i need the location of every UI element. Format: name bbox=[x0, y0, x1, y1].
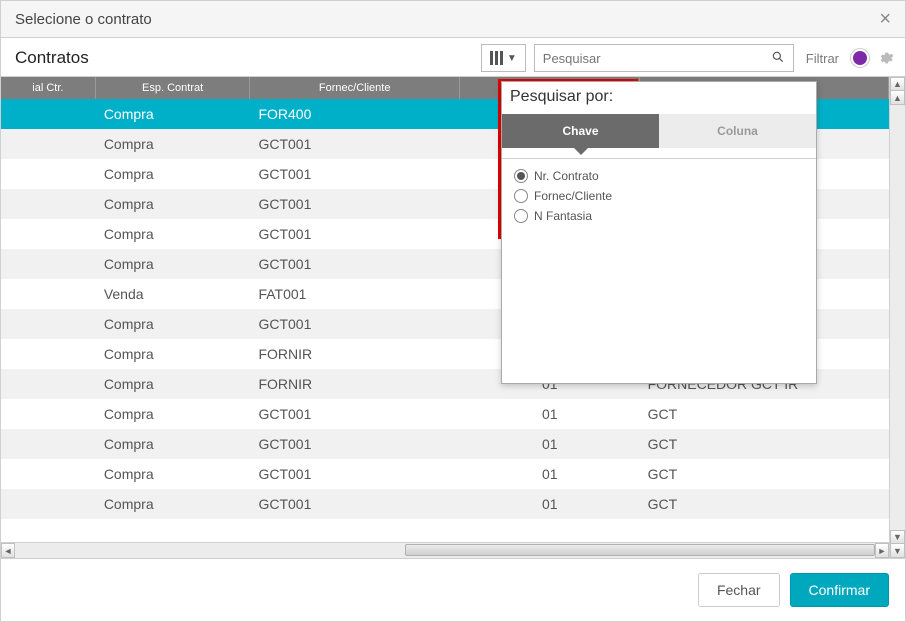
radio-option[interactable]: N Fantasia bbox=[514, 209, 804, 223]
cell: GCT bbox=[640, 406, 889, 422]
vscroll-track[interactable] bbox=[890, 105, 905, 530]
cell: GCT001 bbox=[250, 406, 460, 422]
select-contract-dialog: Selecione o contrato × Contratos ▼ Filtr… bbox=[0, 0, 906, 622]
popover-tabs: Chave Coluna bbox=[502, 114, 816, 148]
cell: GCT001 bbox=[250, 136, 460, 152]
table-row[interactable]: CompraGCT00101GCT bbox=[1, 399, 889, 429]
cell: GCT001 bbox=[250, 196, 460, 212]
cell: Compra bbox=[96, 376, 251, 392]
cell: FORNIR bbox=[250, 376, 460, 392]
scroll-left-icon[interactable]: ◄ bbox=[1, 543, 15, 558]
column-header-esp-contrat[interactable]: Esp. Contrat bbox=[96, 77, 251, 99]
footer: Fechar Confirmar bbox=[1, 559, 905, 621]
cell: GCT001 bbox=[250, 496, 460, 512]
cell: GCT bbox=[640, 496, 889, 512]
section-title: Contratos bbox=[11, 48, 89, 68]
radio-icon bbox=[514, 209, 528, 223]
search-field-wrap bbox=[534, 44, 794, 72]
search-input[interactable] bbox=[535, 51, 763, 66]
cell: Compra bbox=[96, 496, 251, 512]
search-popover: Pesquisar por: Chave Coluna Nr. Contrato… bbox=[501, 81, 817, 384]
scroll-right-icon[interactable]: ► bbox=[875, 543, 889, 558]
cell: Compra bbox=[96, 136, 251, 152]
caret-down-icon: ▼ bbox=[507, 53, 517, 64]
table-row[interactable]: CompraGCT00101GCT bbox=[1, 429, 889, 459]
cell: GCT bbox=[640, 466, 889, 482]
scroll-down-icon-2[interactable]: ▼ bbox=[890, 544, 905, 558]
toolbar: Contratos ▼ Filtrar bbox=[1, 38, 905, 77]
cell: Compra bbox=[96, 256, 251, 272]
columns-icon bbox=[490, 51, 503, 65]
cell: Compra bbox=[96, 226, 251, 242]
table-row[interactable]: CompraGCT00101GCT bbox=[1, 489, 889, 519]
cell: Compra bbox=[96, 346, 251, 362]
gear-icon[interactable] bbox=[877, 49, 895, 67]
cell: 01 bbox=[460, 496, 640, 512]
cell: FAT001 bbox=[250, 286, 460, 302]
hscroll-track[interactable] bbox=[15, 543, 875, 558]
cell: FORNIR bbox=[250, 346, 460, 362]
radio-option[interactable]: Nr. Contrato bbox=[514, 169, 804, 183]
cell: Compra bbox=[96, 406, 251, 422]
radio-label: Fornec/Cliente bbox=[534, 189, 612, 203]
cell: Compra bbox=[96, 466, 251, 482]
radio-label: N Fantasia bbox=[534, 209, 592, 223]
tab-coluna[interactable]: Coluna bbox=[659, 114, 816, 148]
vertical-scrollbar[interactable]: ▲ ▲ ▼ ▼ bbox=[889, 77, 905, 558]
cell: 01 bbox=[460, 436, 640, 452]
search-icon[interactable] bbox=[763, 50, 793, 67]
cell: Compra bbox=[96, 436, 251, 452]
cell: 01 bbox=[460, 466, 640, 482]
horizontal-scrollbar[interactable]: ◄ ► bbox=[1, 542, 889, 558]
cell: Compra bbox=[96, 316, 251, 332]
popover-title: Pesquisar por: bbox=[502, 82, 816, 114]
radio-icon bbox=[514, 169, 528, 183]
table-row[interactable]: CompraGCT00101GCT bbox=[1, 459, 889, 489]
cell: GCT bbox=[640, 436, 889, 452]
cell: FOR400 bbox=[250, 106, 460, 122]
status-dot-icon[interactable] bbox=[851, 49, 869, 67]
cell: Compra bbox=[96, 166, 251, 182]
scroll-up-icon-2[interactable]: ▲ bbox=[890, 91, 905, 105]
toolbar-right: ▼ Filtrar bbox=[481, 44, 895, 72]
cell: GCT001 bbox=[250, 226, 460, 242]
cell: GCT001 bbox=[250, 436, 460, 452]
hscroll-thumb[interactable] bbox=[405, 544, 875, 556]
tab-chave[interactable]: Chave bbox=[502, 114, 659, 148]
column-header-fornec-cliente[interactable]: Fornec/Cliente bbox=[250, 77, 460, 99]
radio-label: Nr. Contrato bbox=[534, 169, 599, 183]
scroll-up-icon[interactable]: ▲ bbox=[890, 77, 905, 91]
cell: Compra bbox=[96, 196, 251, 212]
close-icon[interactable]: × bbox=[879, 9, 891, 29]
cell: Venda bbox=[96, 286, 251, 302]
columns-button[interactable]: ▼ bbox=[481, 44, 526, 72]
radio-icon bbox=[514, 189, 528, 203]
cell: Compra bbox=[96, 106, 251, 122]
radio-option[interactable]: Fornec/Cliente bbox=[514, 189, 804, 203]
scroll-down-icon[interactable]: ▼ bbox=[890, 530, 905, 544]
cell: GCT001 bbox=[250, 166, 460, 182]
cell: GCT001 bbox=[250, 256, 460, 272]
dialog-title: Selecione o contrato bbox=[15, 11, 152, 28]
filter-link[interactable]: Filtrar bbox=[802, 51, 843, 66]
cell: GCT001 bbox=[250, 466, 460, 482]
close-button[interactable]: Fechar bbox=[698, 573, 780, 607]
cell: GCT001 bbox=[250, 316, 460, 332]
column-header-ial-ctr[interactable]: ial Ctr. bbox=[1, 77, 96, 99]
cell: 01 bbox=[460, 406, 640, 422]
confirm-button[interactable]: Confirmar bbox=[790, 573, 889, 607]
titlebar: Selecione o contrato × bbox=[1, 1, 905, 38]
search-by-radio-group: Nr. Contrato Fornec/Cliente N Fantasia bbox=[502, 159, 816, 233]
